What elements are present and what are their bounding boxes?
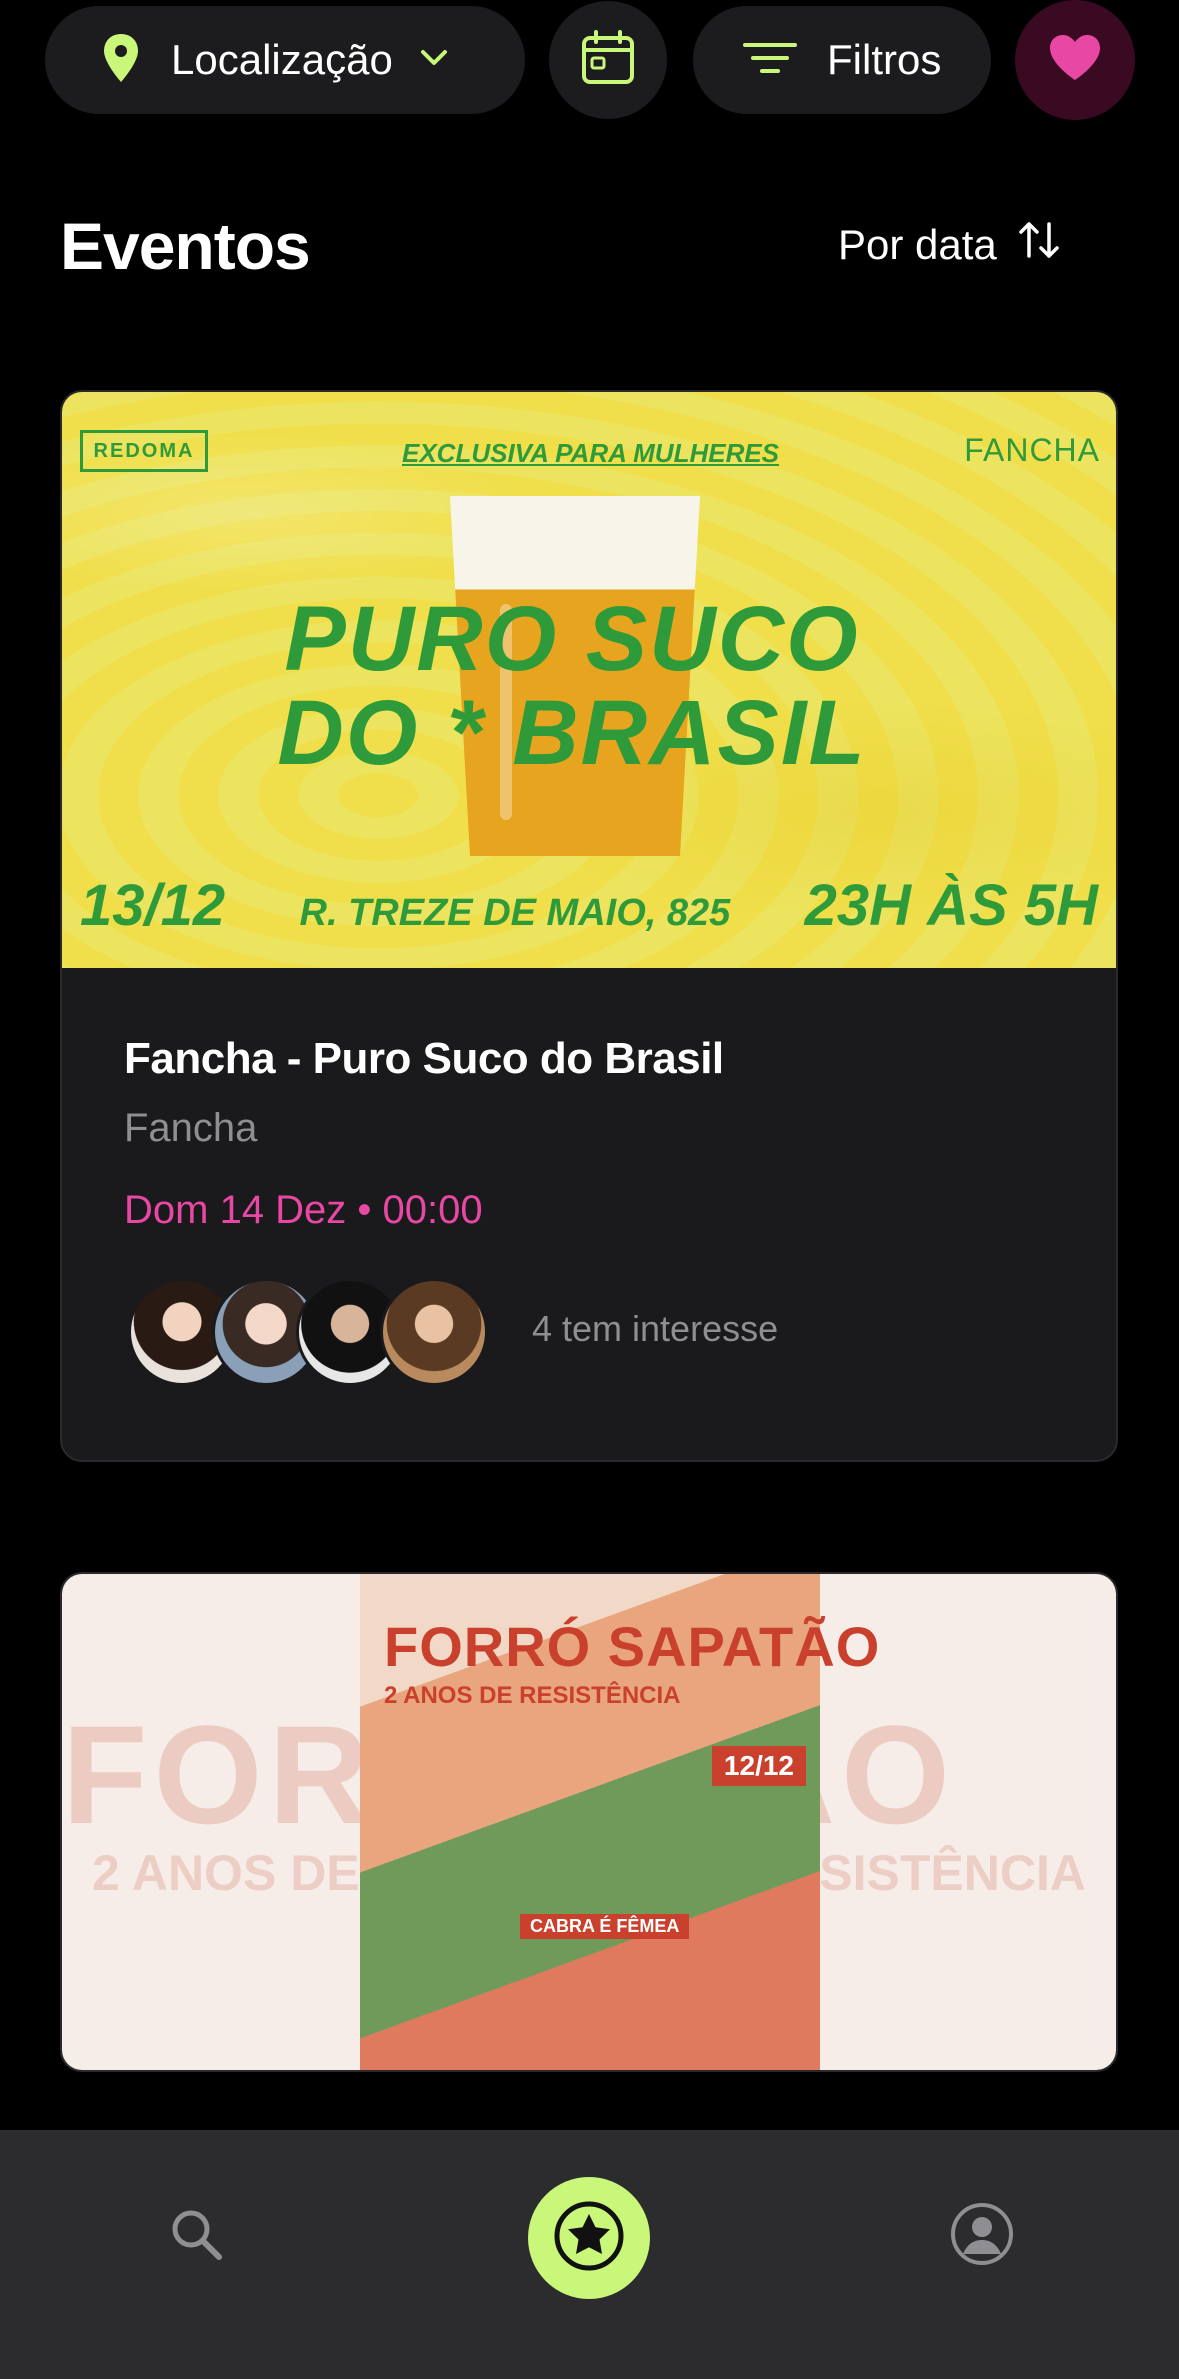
nav-profile-button[interactable] [950, 2202, 1014, 2271]
profile-icon [950, 2202, 1014, 2271]
poster-headline-line: DO * BRASIL [277, 682, 867, 784]
poster-headline: PURO SUCO DO * BRASIL [272, 592, 872, 780]
poster-date: 12/12 [711, 1746, 806, 1786]
interest-count: 4 tem interesse [532, 1308, 779, 1349]
location-label: Localização [171, 36, 393, 83]
poster-time: 23H ÀS 5H [804, 873, 1098, 938]
location-selector[interactable]: Localização [45, 6, 525, 114]
poster-subtitle: 2 ANOS DE RESISTÊNCIA [384, 1682, 681, 1709]
calendar-button[interactable] [549, 1, 667, 119]
sort-button[interactable]: Por data [838, 220, 1061, 270]
sort-arrows-icon [1017, 220, 1061, 270]
filter-lines-icon [743, 41, 797, 80]
event-datetime: Dom 14 Dez • 00:00 [124, 1188, 483, 1232]
poster-subtitle: EXCLUSIVA PARA MULHERES [402, 438, 780, 468]
search-icon [168, 2206, 224, 2267]
filters-label: Filtros [827, 36, 942, 83]
poster-headline-line: PURO SUCO [284, 588, 860, 690]
interested-avatars [128, 1278, 488, 1386]
event-organizer: Fancha [124, 1106, 258, 1150]
event-card[interactable]: FORRÓ TÃO 2 ANOS DE RESISTÊNCIA FORRÓ SA… [60, 1572, 1118, 2072]
favorites-button[interactable] [1015, 0, 1135, 120]
heart-icon [1048, 34, 1102, 87]
event-card[interactable]: REDOMA EXCLUSIVA PARA MULHERES FANCHA PU… [60, 390, 1118, 1462]
star-home-icon [553, 2200, 625, 2277]
poster-brand: FANCHA [964, 432, 1100, 468]
sort-label: Por data [838, 221, 997, 268]
chevron-down-icon [419, 48, 449, 73]
filter-bar: Localização Filtros [45, 0, 1135, 120]
nav-search-button[interactable] [166, 2206, 226, 2266]
page-title: Eventos [60, 209, 311, 283]
calendar-icon [580, 29, 636, 91]
bottom-navigation [0, 2130, 1179, 2379]
poster-footer: 13/12 R. TREZE DE MAIO, 825 23H ÀS 5H [80, 872, 1098, 939]
poster-collage: FORRÓ SAPATÃO 2 ANOS DE RESISTÊNCIA 12/1… [360, 1574, 879, 2070]
avatar [380, 1278, 488, 1386]
event-title: Fancha - Puro Suco do Brasil [124, 1034, 724, 1083]
location-pin-icon [101, 32, 141, 89]
event-poster: FORRÓ TÃO 2 ANOS DE RESISTÊNCIA FORRÓ SA… [62, 1574, 1116, 2070]
poster-date: 13/12 [80, 873, 226, 938]
nav-home-button[interactable] [528, 2177, 650, 2299]
event-poster: REDOMA EXCLUSIVA PARA MULHERES FANCHA PU… [62, 392, 1116, 968]
poster-title: FORRÓ SAPATÃO [384, 1615, 881, 1678]
poster-tag: CABRA É FÊMEA [520, 1914, 690, 1939]
poster-badge: REDOMA [80, 430, 208, 472]
filters-button[interactable]: Filtros [693, 6, 991, 114]
poster-background-subtitle: 2 ANOS DE [92, 1845, 360, 1901]
poster-address: R. TREZE DE MAIO, 825 [299, 892, 731, 934]
